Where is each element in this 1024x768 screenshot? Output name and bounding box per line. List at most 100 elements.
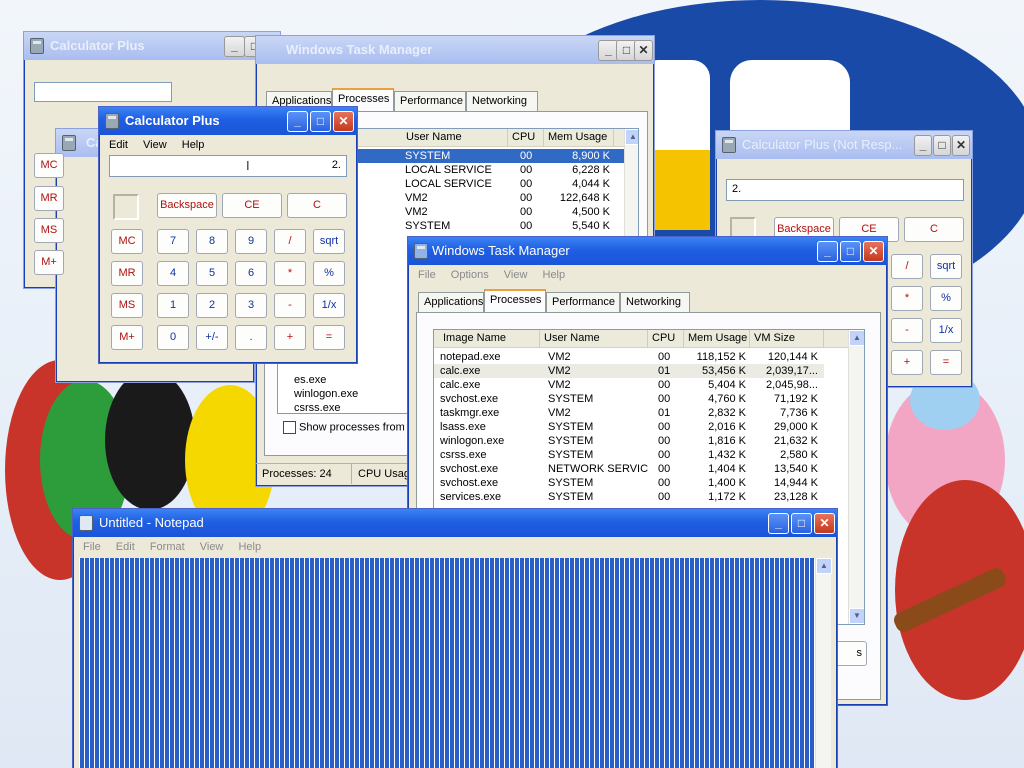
percent-button[interactable]: %	[313, 261, 345, 286]
title-bar[interactable]: Calculator Plus _ □ ✕	[99, 107, 357, 135]
tab-networking[interactable]: Networking	[466, 91, 538, 111]
close-button[interactable]: ✕	[863, 241, 884, 262]
ms-button-back[interactable]: MS	[34, 218, 64, 243]
column-image-name[interactable]: Image Name	[434, 330, 540, 348]
column-cpu[interactable]: CPU	[508, 129, 544, 147]
title-bar[interactable]: Untitled - Notepad _ □ ✕	[73, 509, 837, 537]
column-mem-usage[interactable]: Mem Usage	[684, 330, 750, 348]
multiply-button[interactable]: *	[891, 286, 923, 311]
menu-view[interactable]: View	[504, 269, 528, 281]
menu-file[interactable]: File	[418, 269, 436, 281]
tab-performance[interactable]: Performance	[394, 91, 466, 111]
menu-view[interactable]: View	[143, 139, 167, 151]
c-button[interactable]: C	[904, 217, 964, 242]
maximize-button[interactable]: □	[310, 111, 331, 132]
subtract-button[interactable]: -	[274, 293, 306, 318]
mr-button[interactable]: MR	[111, 261, 143, 286]
tab-processes[interactable]: Processes	[484, 289, 546, 312]
column-user-name[interactable]: User Name	[540, 330, 648, 348]
menu-edit[interactable]: Edit	[109, 139, 128, 151]
digit-7-button[interactable]: 7	[157, 229, 189, 254]
add-button[interactable]: +	[891, 350, 923, 375]
table-row[interactable]: csrss.exe SYSTEM 00 1,432 K 2,580 K	[434, 448, 824, 462]
table-row[interactable]: winlogon.exe	[278, 387, 418, 401]
ce-button[interactable]: CE	[222, 193, 282, 218]
table-row[interactable]: winlogon.exe SYSTEM 00 1,816 K 21,632 K	[434, 434, 824, 448]
m-plus-button-back[interactable]: M+	[34, 250, 64, 275]
digit-0-button[interactable]: 0	[157, 325, 189, 350]
tab-performance[interactable]: Performance	[546, 292, 620, 312]
table-row[interactable]: svchost.exe SYSTEM 00 4,760 K 71,192 K	[434, 392, 824, 406]
mc-button-back[interactable]: MC	[34, 153, 64, 178]
m-plus-button[interactable]: M+	[111, 325, 143, 350]
sqrt-button[interactable]: sqrt	[930, 254, 962, 279]
checkbox-box[interactable]	[283, 421, 296, 434]
scroll-up-button[interactable]: ▲	[625, 129, 638, 145]
equals-button[interactable]: =	[313, 325, 345, 350]
digit-1-button[interactable]: 1	[157, 293, 189, 318]
tab-networking[interactable]: Networking	[620, 292, 690, 312]
menu-help[interactable]: Help	[238, 541, 261, 553]
end-process-button-partial[interactable]: s	[833, 641, 867, 666]
close-button[interactable]: ✕	[634, 40, 653, 61]
menu-file[interactable]: File	[83, 541, 101, 553]
table-row[interactable]: calc.exe VM2 01 53,456 K 2,039,17...	[434, 364, 824, 378]
scroll-up-button[interactable]: ▲	[849, 330, 864, 346]
mc-button[interactable]: MC	[111, 229, 143, 254]
add-button[interactable]: +	[274, 325, 306, 350]
table-row[interactable]: services.exe SYSTEM 00 1,172 K 23,128 K	[434, 490, 824, 504]
minimize-button[interactable]: _	[817, 241, 838, 262]
title-bar[interactable]: Calculator Plus _ □ ✕	[24, 32, 280, 60]
maximize-button[interactable]: □	[933, 135, 951, 156]
negate-button[interactable]: +/-	[196, 325, 228, 350]
digit-4-button[interactable]: 4	[157, 261, 189, 286]
maximize-button[interactable]: □	[791, 513, 812, 534]
column-cpu[interactable]: CPU	[648, 330, 684, 348]
backspace-button[interactable]: Backspace	[157, 193, 217, 218]
close-button[interactable]: ✕	[952, 135, 970, 156]
column-user-name[interactable]: User Name	[402, 129, 508, 147]
menu-help[interactable]: Help	[543, 269, 566, 281]
title-bar[interactable]: Calculator Plus (Not Resp... _ □ ✕	[716, 131, 972, 159]
vertical-scrollbar[interactable]: ▲	[815, 558, 832, 768]
divide-button[interactable]: /	[274, 229, 306, 254]
reciprocal-button[interactable]: 1/x	[930, 318, 962, 343]
table-row[interactable]: taskmgr.exe VM2 01 2,832 K 7,736 K	[434, 406, 824, 420]
column-vm-size[interactable]: VM Size	[750, 330, 824, 348]
minimize-button[interactable]: _	[914, 135, 932, 156]
sqrt-button[interactable]: sqrt	[313, 229, 345, 254]
minimize-button[interactable]: _	[768, 513, 789, 534]
equals-button[interactable]: =	[930, 350, 962, 375]
title-bar[interactable]: Windows Task Manager _ □ ✕	[408, 237, 887, 265]
column-mem-usage[interactable]: Mem Usage	[544, 129, 614, 147]
vertical-scrollbar[interactable]: ▲ ▼	[848, 330, 864, 624]
scroll-up-button[interactable]: ▲	[816, 558, 832, 574]
table-row[interactable]: lsass.exe SYSTEM 00 2,016 K 29,000 K	[434, 420, 824, 434]
notepad-text-area[interactable]	[79, 558, 815, 768]
divide-button[interactable]: /	[891, 254, 923, 279]
tab-applications[interactable]: Applications	[418, 292, 484, 312]
percent-button[interactable]: %	[930, 286, 962, 311]
decimal-button[interactable]: .	[235, 325, 267, 350]
show-all-processes-checkbox[interactable]: Show processes from a	[283, 421, 414, 434]
close-button[interactable]: ✕	[333, 111, 354, 132]
scroll-down-button[interactable]: ▼	[849, 608, 864, 624]
table-row[interactable]: es.exe	[278, 373, 418, 387]
minimize-button[interactable]: _	[287, 111, 308, 132]
digit-2-button[interactable]: 2	[196, 293, 228, 318]
digit-3-button[interactable]: 3	[235, 293, 267, 318]
table-row[interactable]: notepad.exe VM2 00 118,152 K 120,144 K	[434, 350, 824, 364]
reciprocal-button[interactable]: 1/x	[313, 293, 345, 318]
table-row[interactable]: svchost.exe NETWORK SERVICE 00 1,404 K 13,54…	[434, 462, 824, 476]
ms-button[interactable]: MS	[111, 293, 143, 318]
c-button[interactable]: C	[287, 193, 347, 218]
table-row[interactable]: svchost.exe SYSTEM 00 1,400 K 14,944 K	[434, 476, 824, 490]
multiply-button[interactable]: *	[274, 261, 306, 286]
digit-8-button[interactable]: 8	[196, 229, 228, 254]
digit-5-button[interactable]: 5	[196, 261, 228, 286]
mr-button-back[interactable]: MR	[34, 186, 64, 211]
digit-9-button[interactable]: 9	[235, 229, 267, 254]
title-bar[interactable]: Windows Task Manager _ □ ✕	[256, 36, 654, 64]
menu-help[interactable]: Help	[182, 139, 205, 151]
menu-format[interactable]: Format	[150, 541, 185, 553]
